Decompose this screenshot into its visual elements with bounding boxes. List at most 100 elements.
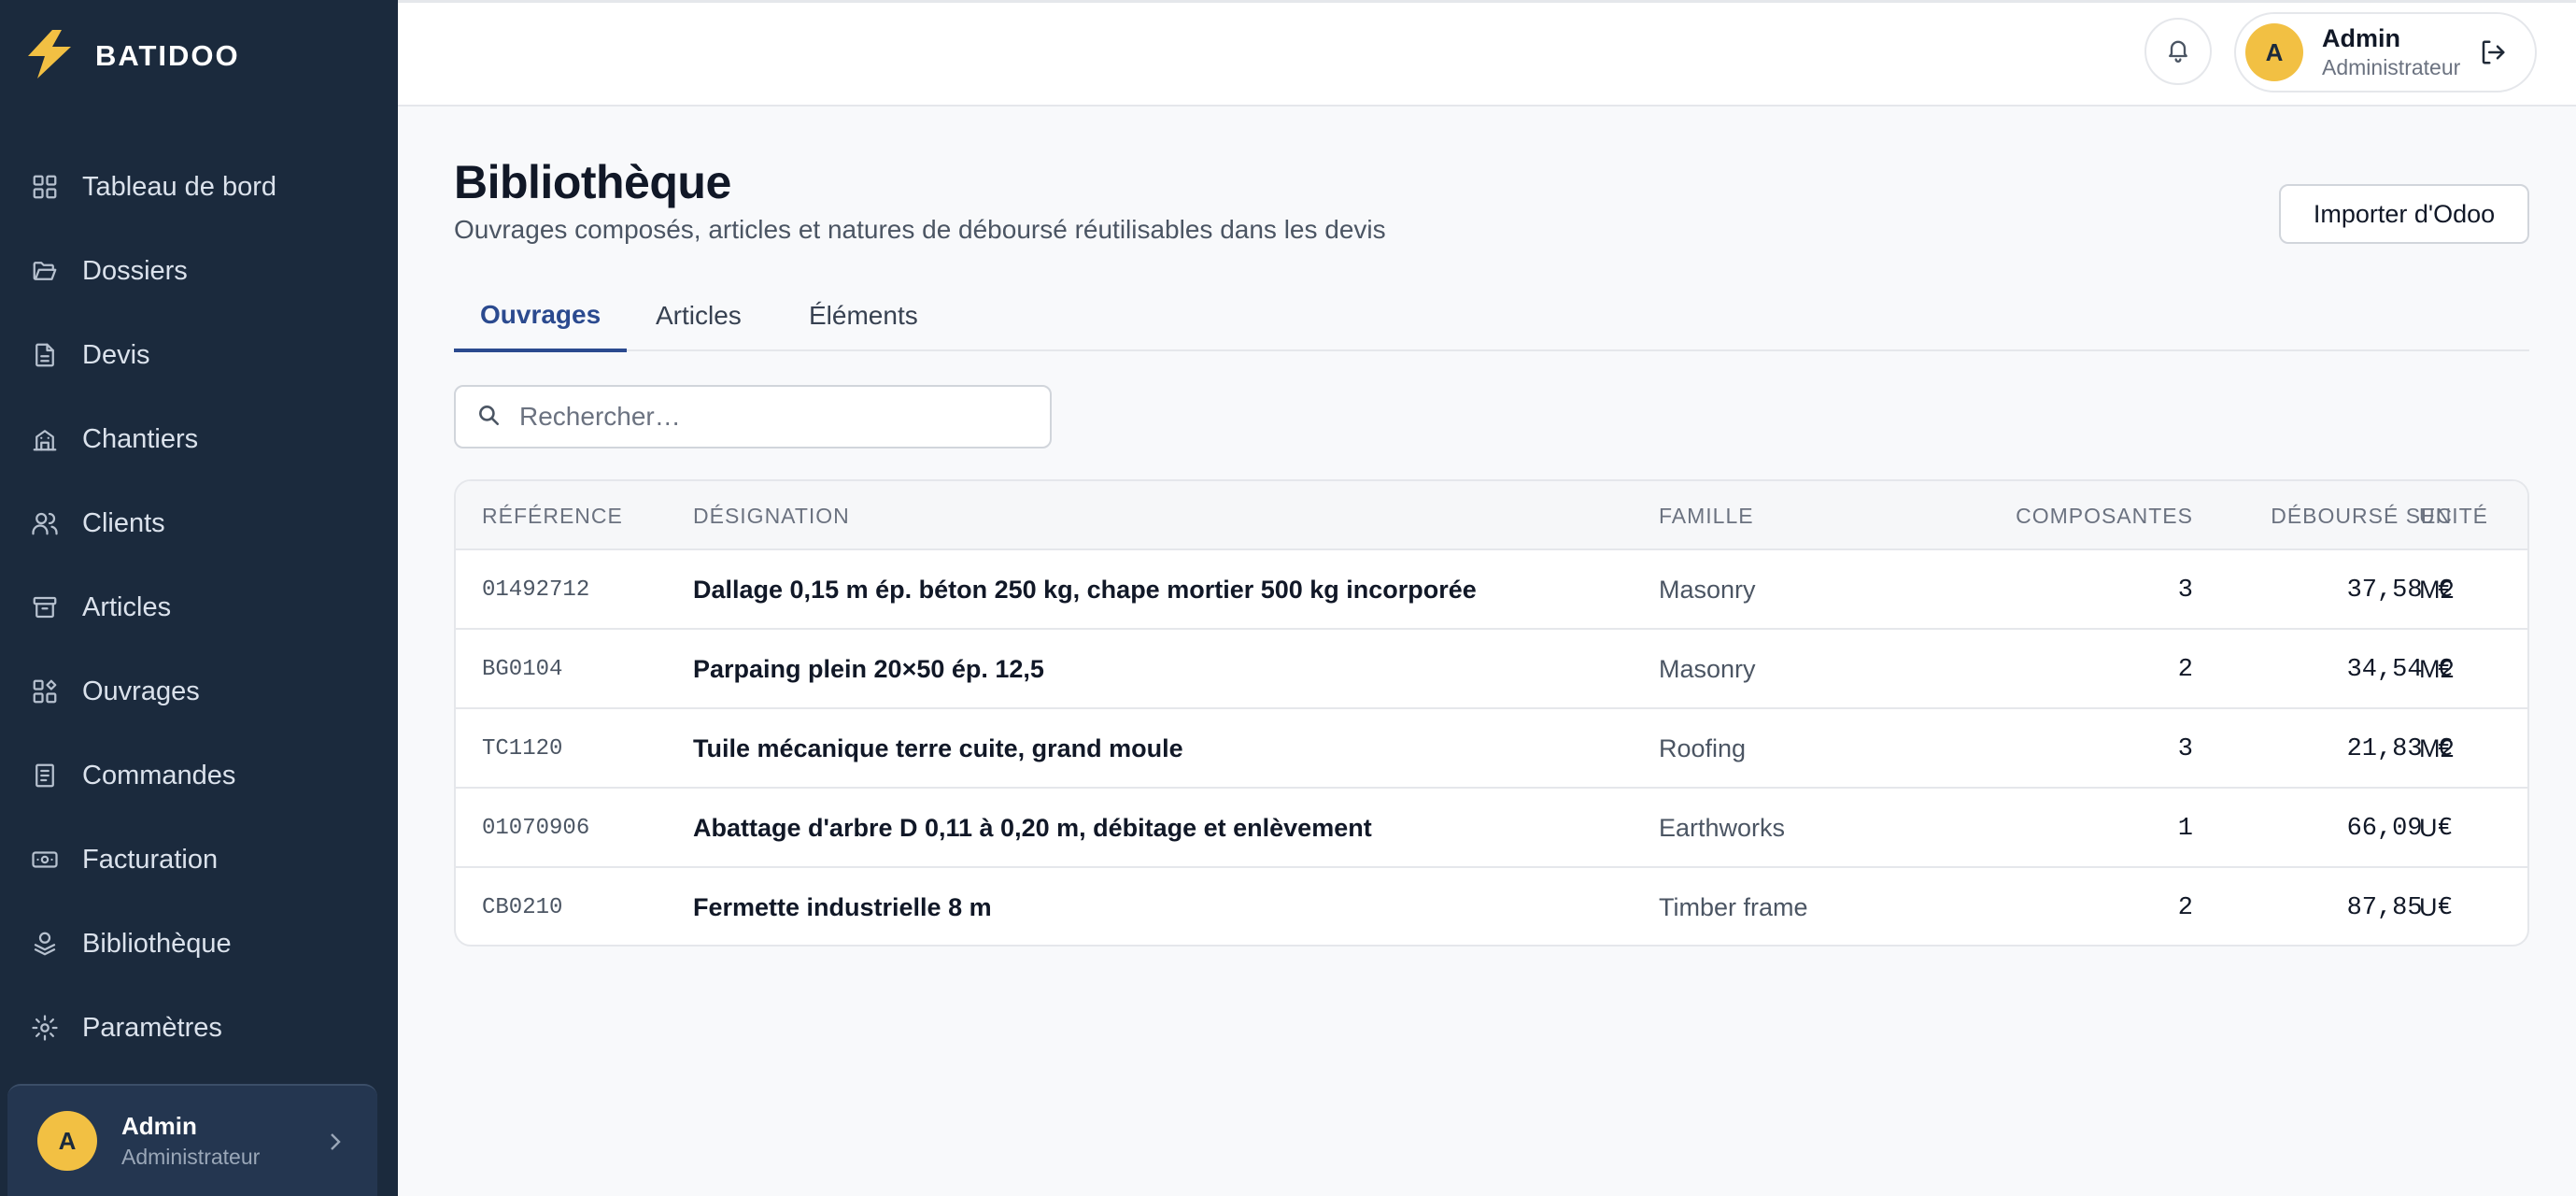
- tab-ouvrages[interactable]: Ouvrages: [454, 280, 628, 352]
- user-role: Administrateur: [2322, 55, 2461, 79]
- sidebar-item-label: Devis: [82, 339, 150, 370]
- brand-name: BATIDOO: [95, 39, 240, 72]
- column-header-composantes[interactable]: COMPOSANTES: [1932, 481, 2193, 550]
- sidebar-item-label: Facturation: [82, 844, 219, 875]
- sidebar-item-label: Clients: [82, 507, 165, 538]
- avatar: A: [2245, 23, 2303, 81]
- sidebar-item-label: Paramètres: [82, 1012, 222, 1043]
- sidebar-item-facturation[interactable]: Facturation: [0, 818, 398, 902]
- import-odoo-button[interactable]: Importer d'Odoo: [2279, 184, 2529, 244]
- logout-icon[interactable]: [2479, 38, 2509, 68]
- cell-unite: M2: [2419, 655, 2455, 683]
- dashboard-icon: [30, 172, 60, 202]
- ouvrages-table: RÉFÉRENCE DÉSIGNATION FAMILLE COMPOSANTE…: [454, 479, 2529, 947]
- cell-designation: Parpaing plein 20×50 ép. 12,5: [693, 655, 1044, 683]
- column-header-designation[interactable]: DÉSIGNATION: [693, 481, 850, 550]
- user-role: Administrateur: [121, 1145, 261, 1169]
- folder-open-icon: [30, 256, 60, 286]
- cell-composantes: 2: [2177, 655, 2193, 684]
- sidebar: BATIDOO Tableau de bord Dossiers Devis C…: [0, 0, 398, 1196]
- search-input[interactable]: [519, 402, 1042, 432]
- table-header: RÉFÉRENCE DÉSIGNATION FAMILLE COMPOSANTE…: [456, 481, 2527, 550]
- page-subtitle: Ouvrages composés, articles et natures d…: [454, 215, 1386, 244]
- tab-elements[interactable]: Éléments: [783, 280, 944, 351]
- cell-unite: U: [2419, 893, 2438, 921]
- sidebar-item-label: Bibliothèque: [82, 928, 232, 959]
- building-icon: [30, 424, 60, 454]
- sidebar-item-tableau-de-bord[interactable]: Tableau de bord: [0, 145, 398, 229]
- sidebar-item-label: Ouvrages: [82, 676, 200, 706]
- sidebar-item-dossiers[interactable]: Dossiers: [0, 229, 398, 313]
- page-title: Bibliothèque: [454, 156, 731, 208]
- sidebar-item-devis[interactable]: Devis: [0, 313, 398, 397]
- column-header-reference[interactable]: RÉFÉRENCE: [482, 481, 623, 550]
- cell-designation: Tuile mécanique terre cuite, grand moule: [693, 734, 1183, 762]
- cell-reference: BG0104: [482, 657, 563, 682]
- library-icon: [30, 929, 60, 959]
- cell-debourse-sec: 34,54 €: [2346, 655, 2453, 684]
- topbar: A Admin Administrateur: [398, 0, 2576, 107]
- cell-reference: 01070906: [482, 816, 590, 841]
- chevron-right-icon: [325, 1129, 346, 1155]
- tab-articles[interactable]: Articles: [630, 280, 768, 351]
- user-info: Admin Administrateur: [121, 1112, 260, 1170]
- sidebar-item-label: Commandes: [82, 760, 236, 790]
- cell-composantes: 3: [2177, 576, 2193, 605]
- table-row[interactable]: CB0210 Fermette industrielle 8 m Timber …: [456, 868, 2527, 945]
- column-header-debourse-sec[interactable]: DÉBOURSÉ SEC: [2212, 481, 2453, 550]
- column-header-unite[interactable]: UNITÉ: [2419, 481, 2488, 550]
- search-icon: [476, 403, 501, 432]
- cell-debourse-sec: 87,85 €: [2346, 893, 2453, 922]
- tabs: Ouvrages Articles Éléments: [454, 280, 2529, 352]
- cell-unite: M2: [2419, 576, 2455, 604]
- lightning-bolt-logo-icon: [24, 28, 75, 85]
- topbar-user-menu[interactable]: A Admin Administrateur: [2234, 12, 2537, 93]
- sidebar-item-label: Tableau de bord: [82, 171, 276, 202]
- sidebar-item-commandes[interactable]: Commandes: [0, 733, 398, 818]
- sidebar-item-label: Dossiers: [82, 255, 188, 286]
- cell-debourse-sec: 37,58 €: [2346, 576, 2453, 605]
- sidebar-nav: Tableau de bord Dossiers Devis Chantiers…: [0, 145, 398, 1070]
- sidebar-item-parametres[interactable]: Paramètres: [0, 986, 398, 1070]
- table-row[interactable]: BG0104 Parpaing plein 20×50 ép. 12,5 Mas…: [456, 630, 2527, 709]
- table-row[interactable]: 01070906 Abattage d'arbre D 0,11 à 0,20 …: [456, 789, 2527, 868]
- blocks-icon: [30, 676, 60, 706]
- cell-famille: Timber frame: [1659, 893, 1808, 921]
- search-box: [454, 385, 1052, 448]
- sidebar-item-ouvrages[interactable]: Ouvrages: [0, 649, 398, 733]
- sidebar-item-label: Chantiers: [82, 423, 199, 454]
- cell-unite: M2: [2419, 734, 2455, 762]
- users-icon: [30, 508, 60, 538]
- cell-reference: TC1120: [482, 736, 563, 762]
- sidebar-item-clients[interactable]: Clients: [0, 481, 398, 565]
- cell-designation: Abattage d'arbre D 0,11 à 0,20 m, débita…: [693, 814, 1372, 842]
- clipboard-list-icon: [30, 761, 60, 790]
- cell-debourse-sec: 66,09 €: [2346, 814, 2453, 843]
- bell-icon: [2165, 36, 2191, 67]
- avatar: A: [37, 1111, 97, 1171]
- user-info: Admin Administrateur: [2322, 24, 2460, 80]
- table-row[interactable]: 01492712 Dallage 0,15 m ép. béton 250 kg…: [456, 550, 2527, 630]
- cell-designation: Dallage 0,15 m ép. béton 250 kg, chape m…: [693, 576, 1477, 604]
- column-header-famille[interactable]: FAMILLE: [1659, 481, 1754, 550]
- cell-famille: Earthworks: [1659, 814, 1786, 842]
- user-name: Admin: [2322, 24, 2400, 52]
- cell-famille: Masonry: [1659, 576, 1756, 604]
- user-name: Admin: [121, 1112, 197, 1140]
- sidebar-user-card[interactable]: A Admin Administrateur: [7, 1084, 377, 1196]
- cell-debourse-sec: 21,83 €: [2346, 734, 2453, 763]
- cell-composantes: 2: [2177, 893, 2193, 922]
- cell-reference: CB0210: [482, 895, 563, 920]
- brand[interactable]: BATIDOO: [24, 28, 240, 84]
- cell-composantes: 3: [2177, 734, 2193, 763]
- cell-reference: 01492712: [482, 577, 590, 603]
- table-row[interactable]: TC1120 Tuile mécanique terre cuite, gran…: [456, 709, 2527, 789]
- sidebar-item-chantiers[interactable]: Chantiers: [0, 397, 398, 481]
- cell-famille: Masonry: [1659, 655, 1756, 683]
- sidebar-item-articles[interactable]: Articles: [0, 565, 398, 649]
- sidebar-item-label: Articles: [82, 591, 172, 622]
- notifications-button[interactable]: [2144, 18, 2212, 85]
- cell-composantes: 1: [2177, 814, 2193, 843]
- cell-famille: Roofing: [1659, 734, 1747, 762]
- sidebar-item-bibliotheque[interactable]: Bibliothèque: [0, 902, 398, 986]
